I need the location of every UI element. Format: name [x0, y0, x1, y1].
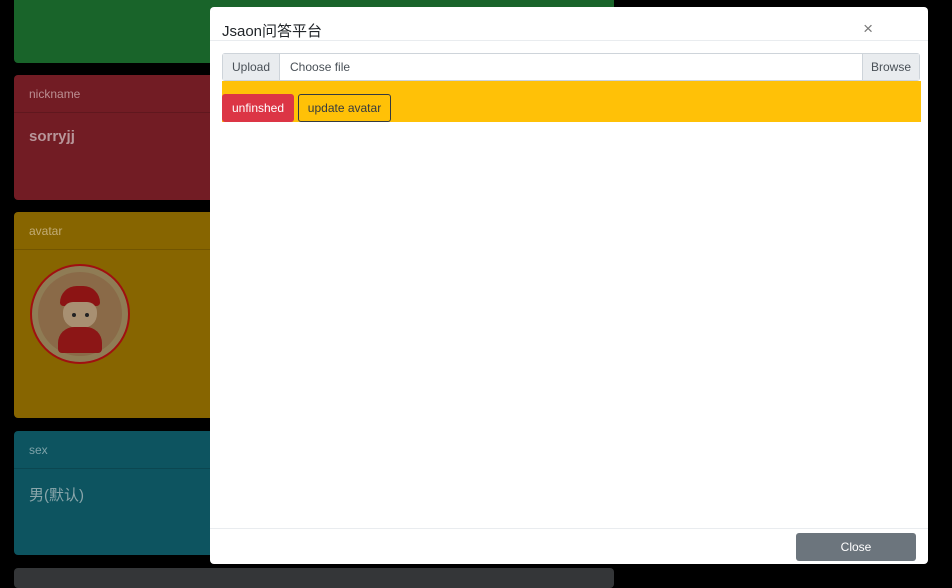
- avatar-modal: Jsaon问答平台 × Upload Choose file Browse un…: [210, 7, 928, 564]
- file-input-placeholder[interactable]: Choose file: [290, 54, 350, 80]
- card-gray-bottom: [14, 568, 614, 588]
- browse-button[interactable]: Browse: [862, 54, 919, 80]
- modal-footer: Close: [210, 528, 928, 564]
- modal-title: Jsaon问答平台: [222, 23, 323, 40]
- unfinished-button[interactable]: unfinshed: [222, 94, 294, 122]
- action-bar: unfinshed update avatar: [222, 81, 921, 122]
- file-upload-field[interactable]: Upload Choose file Browse: [222, 53, 920, 81]
- avatar: [30, 264, 130, 364]
- upload-label: Upload: [223, 54, 280, 80]
- update-avatar-button[interactable]: update avatar: [298, 94, 391, 122]
- modal-header: Jsaon问答平台 ×: [210, 7, 928, 41]
- close-button[interactable]: Close: [796, 533, 916, 561]
- close-icon[interactable]: ×: [863, 20, 873, 37]
- avatar-image: [30, 264, 130, 364]
